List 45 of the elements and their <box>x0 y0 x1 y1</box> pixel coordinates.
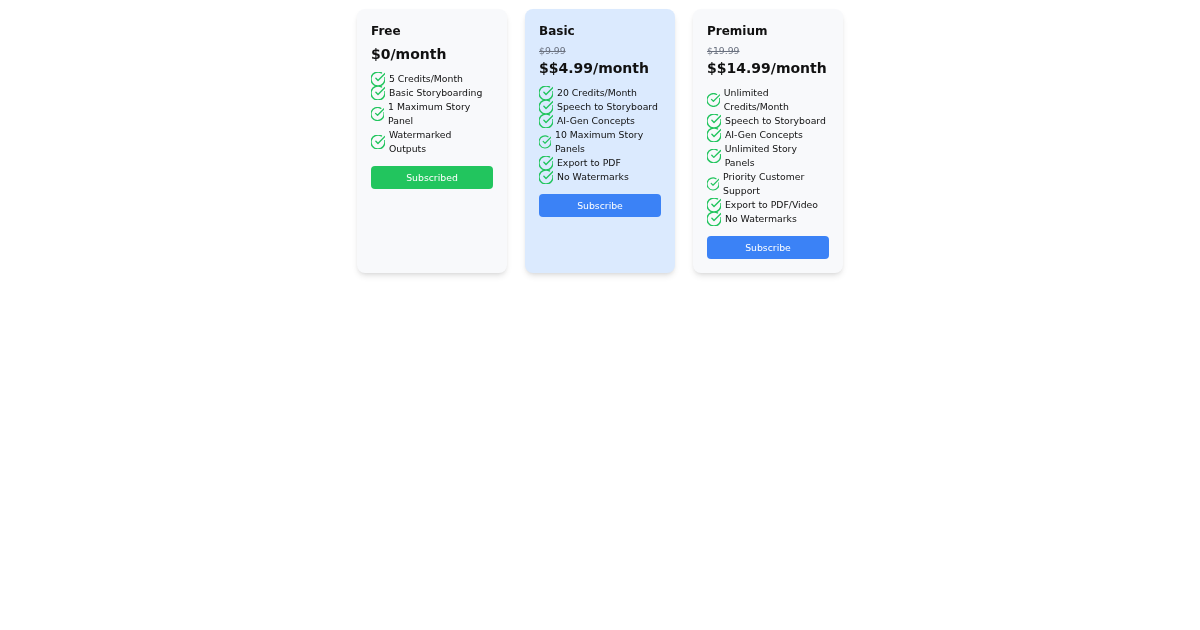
check-icon <box>707 198 721 212</box>
check-icon <box>539 114 553 128</box>
old-price: $9.99 <box>539 44 567 58</box>
feature-text: No Watermarks <box>725 212 797 226</box>
feature-text: 20 Credits/Month <box>557 86 637 100</box>
check-icon <box>539 156 553 170</box>
subscribed-button[interactable]: Subscribed <box>371 166 493 189</box>
old-price: $19.99 <box>707 44 741 58</box>
feature-text: No Watermarks <box>557 170 629 184</box>
feature-text: Unlimited Story Panels <box>724 142 798 170</box>
check-icon <box>371 86 385 100</box>
feature-text: Unlimited Credits/Month <box>723 86 790 114</box>
check-icon <box>371 72 385 86</box>
subscribe-button[interactable]: Subscribe <box>539 194 661 217</box>
feature-text: Priority Customer Support <box>723 170 806 198</box>
plan-title: Premium <box>707 23 769 40</box>
feature-text: AI-Gen Concepts <box>557 114 635 128</box>
check-icon <box>539 170 553 184</box>
check-icon <box>707 128 721 142</box>
feature-text: Export to PDF/Video <box>725 198 818 212</box>
feature-text: Basic Storyboarding <box>389 86 483 100</box>
plan-price: $0/month <box>371 45 448 64</box>
check-icon <box>707 149 721 163</box>
plan-title: Basic <box>539 23 576 40</box>
feature-text: 10 Maximum Story Panels <box>555 128 645 156</box>
plan-price: $$4.99/month <box>539 59 650 78</box>
feature-text: Watermarked Outputs <box>388 128 453 156</box>
check-icon <box>539 135 552 149</box>
feature-text: Speech to Storyboard <box>725 114 826 128</box>
check-icon <box>371 107 385 121</box>
check-icon <box>539 100 553 114</box>
check-icon <box>707 177 720 191</box>
feature-text: Speech to Storyboard <box>557 100 658 114</box>
check-icon <box>707 114 721 128</box>
feature-text: 1 Maximum Story Panel <box>388 100 472 128</box>
feature-text: Export to PDF <box>557 156 621 170</box>
feature-text: AI-Gen Concepts <box>725 128 803 142</box>
plan-price: $$14.99/month <box>707 59 828 78</box>
check-icon <box>707 93 720 107</box>
subscribe-button[interactable]: Subscribe <box>707 236 829 259</box>
plan-title: Free <box>371 23 402 40</box>
feature-text: 5 Credits/Month <box>389 72 463 86</box>
check-icon <box>539 86 553 100</box>
check-icon <box>707 212 721 226</box>
check-icon <box>371 135 385 149</box>
